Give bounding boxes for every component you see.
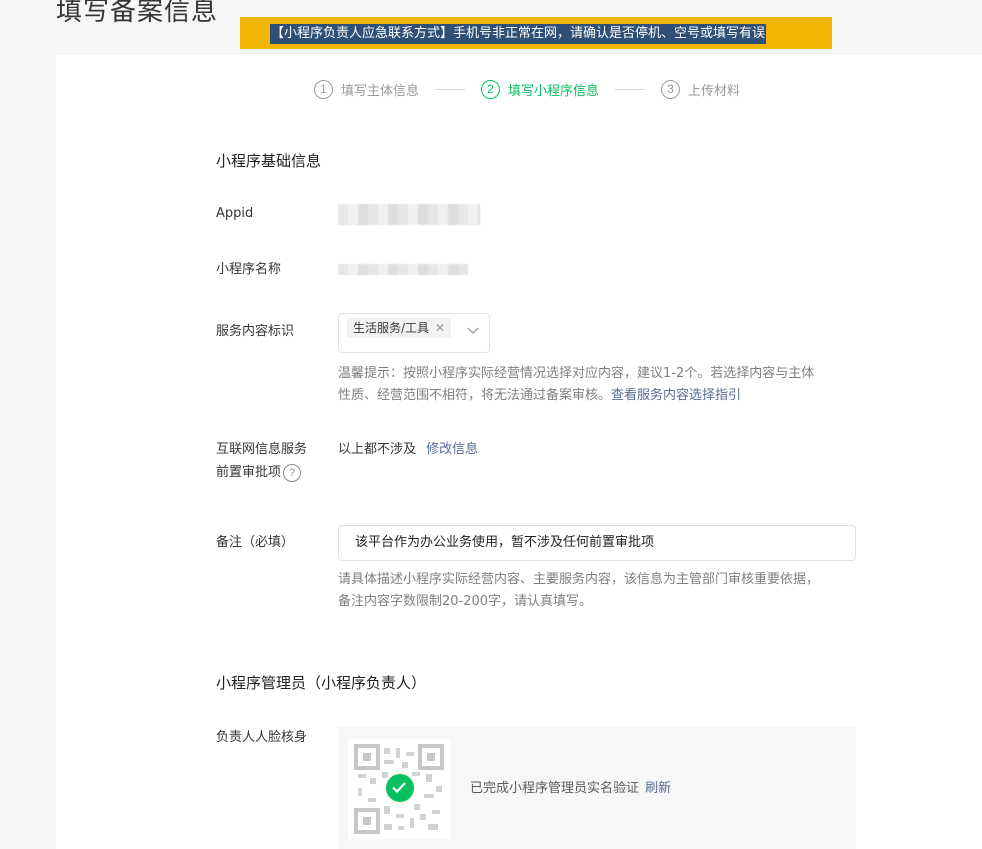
step-2: 2 填写小程序信息 — [481, 79, 600, 99]
service-hint-line-1: 温馨提示：按照小程序实际经营情况选择对应内容，建议1-2个。若选择内容与主体 — [338, 366, 815, 381]
internet-service-label-2: 前置审批项? — [216, 462, 302, 484]
qr-code — [348, 739, 450, 839]
close-icon[interactable]: ✕ — [435, 318, 445, 338]
step-2-number: 2 — [481, 79, 501, 99]
internet-service-value-text: 以上都不涉及 — [338, 442, 417, 457]
service-guide-link[interactable]: 查看服务内容选择指引 — [611, 388, 741, 403]
internet-service-label: 互联网信息服务 — [216, 442, 308, 457]
face-verify-panel: 已完成小程序管理员实名验证 刷新 — [338, 727, 856, 849]
step-2-label: 填写小程序信息 — [508, 83, 600, 99]
mini-program-name-label: 小程序名称 — [216, 262, 282, 277]
service-tag-label: 生活服务/工具 — [353, 321, 430, 335]
alert-banner: 【小程序负责人应急联系方式】手机号非正常在网，请确认是否停机、空号或填写有误 — [240, 17, 832, 49]
step-1-number: 1 — [314, 79, 333, 99]
check-icon — [384, 772, 416, 804]
service-hint-text: 性质、经营范围不相符，将无法通过备案审核。 — [338, 388, 612, 403]
remark-hint-line-2: 备注内容字数限制20-200字，请认真填写。 — [338, 594, 593, 609]
verify-status-text: 已完成小程序管理员实名验证 — [470, 781, 640, 796]
face-verify-label: 负责人人脸核身 — [216, 730, 308, 745]
step-3-label: 上传材料 — [688, 83, 741, 99]
service-hint-line-2: 性质、经营范围不相符，将无法通过备案审核。查看服务内容选择指引 — [338, 385, 741, 407]
remark-label: 备注（必填） — [216, 535, 295, 550]
step-3: 3 上传材料 — [661, 79, 741, 99]
mini-program-name-redacted — [338, 264, 468, 275]
verify-status: 已完成小程序管理员实名验证 刷新 — [470, 778, 671, 800]
step-divider — [615, 88, 646, 90]
appid-label: Appid — [216, 206, 254, 221]
remark-input[interactable]: 该平台作为办公业务使用，暂不涉及任何前置审批项 — [338, 525, 856, 561]
form-card: 1 填写主体信息 2 填写小程序信息 3 上传材料 小程序基础信息 Appid … — [56, 55, 982, 849]
appid-value-redacted — [338, 204, 480, 225]
step-1: 1 填写主体信息 — [314, 79, 420, 99]
chevron-down-icon[interactable] — [467, 327, 479, 335]
refresh-link[interactable]: 刷新 — [645, 781, 671, 796]
alert-text: 【小程序负责人应急联系方式】手机号非正常在网，请确认是否停机、空号或填写有误 — [270, 24, 767, 44]
step-indicator: 1 填写主体信息 2 填写小程序信息 3 上传材料 — [314, 77, 740, 101]
basic-info-title: 小程序基础信息 — [216, 152, 322, 170]
edit-info-link[interactable]: 修改信息 — [426, 442, 478, 457]
step-3-number: 3 — [661, 79, 681, 99]
step-1-label: 填写主体信息 — [341, 83, 420, 99]
admin-section-title: 小程序管理员（小程序负责人） — [216, 674, 427, 692]
page: 填写备案信息 【小程序负责人应急联系方式】手机号非正常在网，请确认是否停机、空号… — [0, 0, 982, 849]
service-label: 服务内容标识 — [216, 324, 295, 339]
help-icon[interactable]: ? — [283, 463, 302, 482]
step-divider — [435, 88, 466, 90]
page-title: 填写备案信息 — [56, 0, 219, 27]
service-select[interactable]: 生活服务/工具 ✕ — [338, 313, 490, 353]
internet-service-value: 以上都不涉及 修改信息 — [338, 439, 478, 461]
service-tag: 生活服务/工具 ✕ — [347, 318, 452, 338]
internet-service-label-text: 前置审批项 — [216, 465, 282, 480]
remark-hint-line-1: 请具体描述小程序实际经营内容、主要服务内容，该信息为主管部门审核重要依据， — [338, 572, 820, 587]
